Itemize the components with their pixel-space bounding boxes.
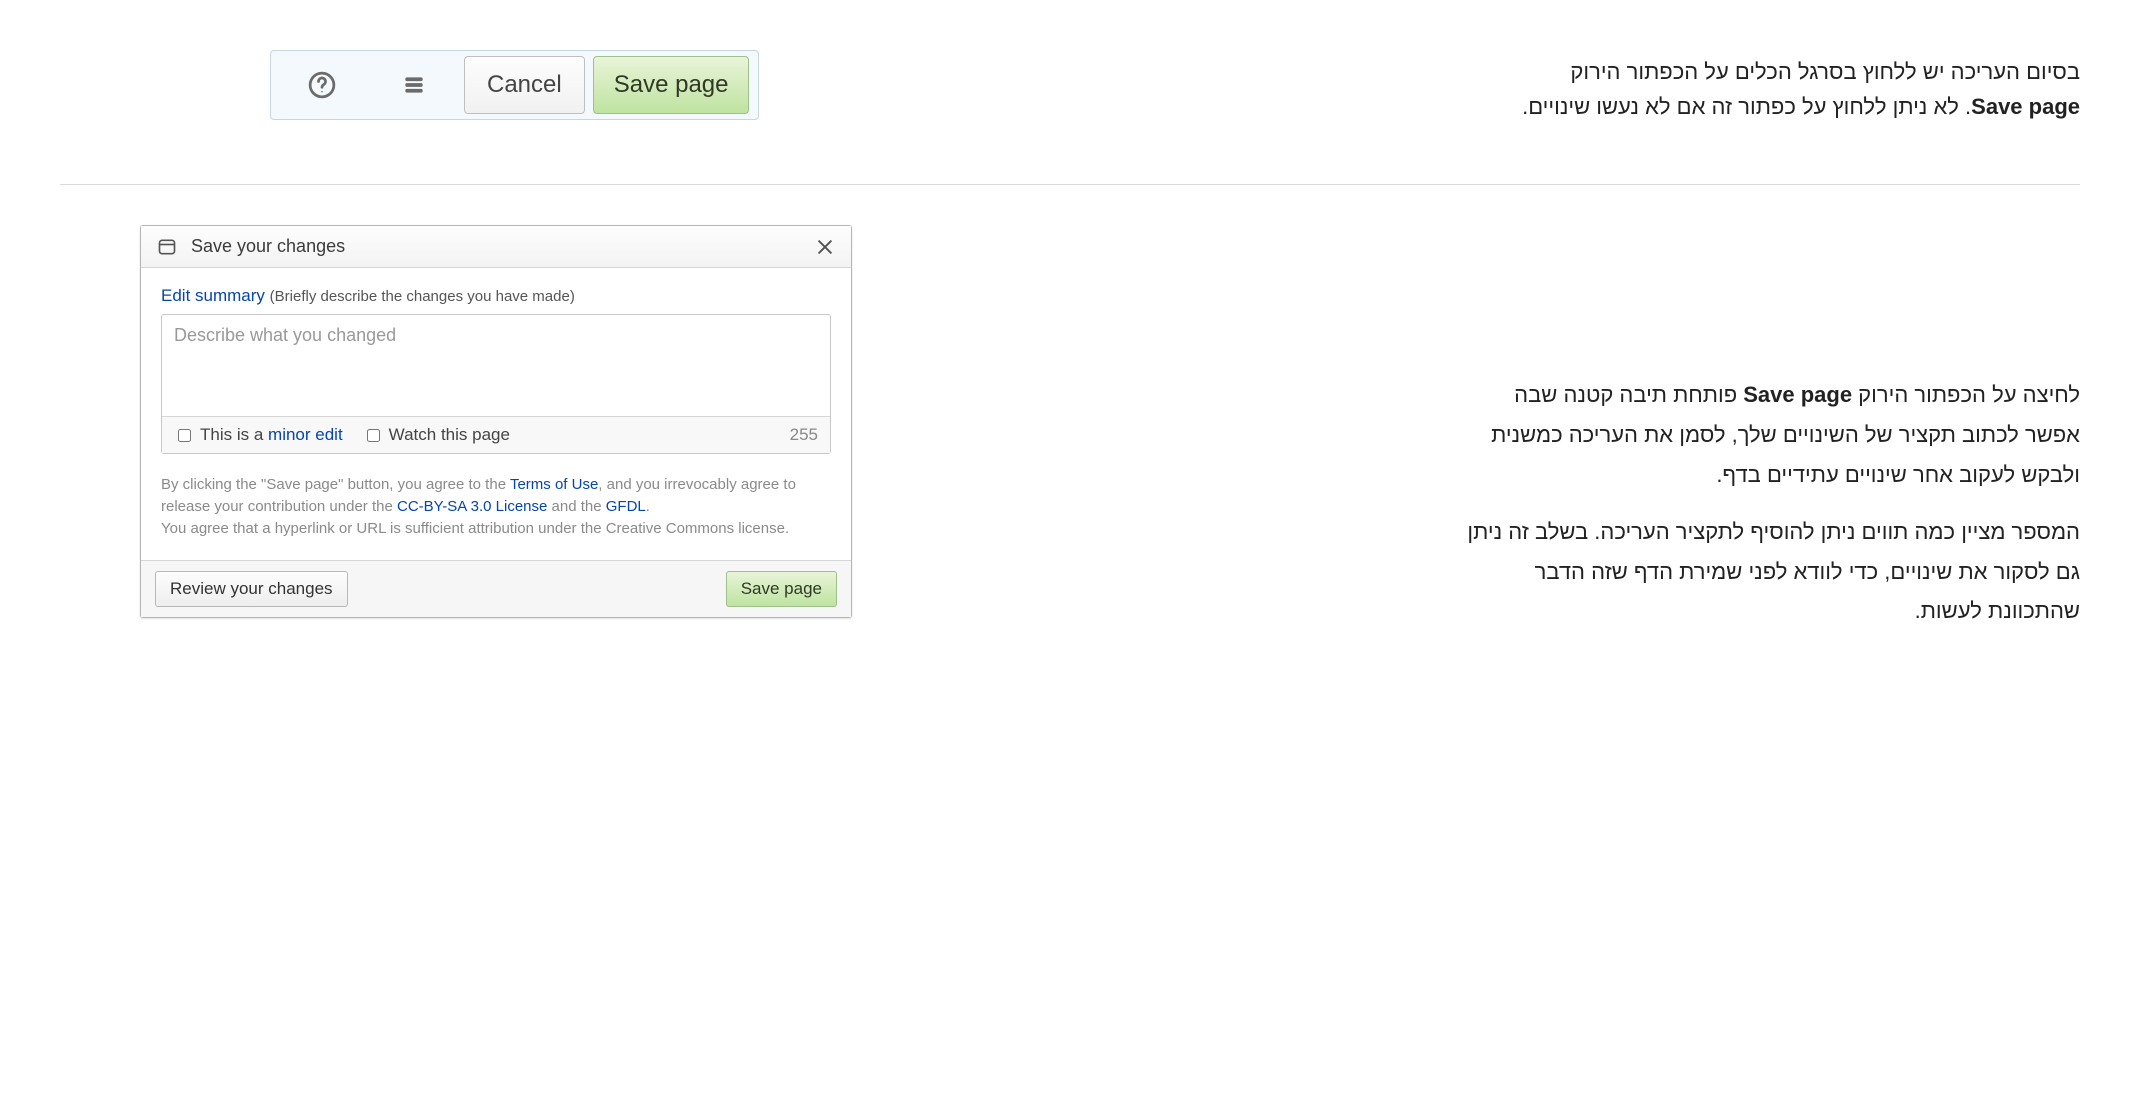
editor-toolbar: Cancel Save page bbox=[270, 50, 759, 120]
legal-text-2: You agree that a hyperlink or URL is suf… bbox=[161, 520, 789, 537]
legal-notice: By clicking the "Save page" button, you … bbox=[141, 462, 851, 559]
summary-options-row: This is a minor edit Watch this page 255 bbox=[162, 416, 830, 453]
cancel-button[interactable]: Cancel bbox=[464, 56, 585, 114]
section2-para2: המספר מציין כמה תווים ניתן להוסיף לתקציר… bbox=[1460, 512, 2080, 631]
edit-summary-box: This is a minor edit Watch this page 255 bbox=[161, 314, 831, 454]
terms-of-use-link[interactable]: Terms of Use bbox=[510, 476, 598, 493]
section2-p1a: לחיצה על הכפתור הירוק bbox=[1852, 382, 2080, 407]
edit-summary-input[interactable] bbox=[162, 315, 830, 411]
minor-edit-link[interactable]: minor edit bbox=[268, 425, 343, 444]
char-counter: 255 bbox=[790, 425, 818, 445]
dialog-title: Save your changes bbox=[191, 236, 815, 257]
edit-summary-link[interactable]: Edit summary bbox=[161, 286, 265, 305]
save-page-button[interactable]: Save page bbox=[593, 56, 750, 114]
window-icon bbox=[157, 237, 177, 257]
legal-text-1d: . bbox=[646, 498, 650, 515]
section-divider bbox=[60, 184, 2080, 185]
cc-by-sa-link[interactable]: CC-BY-SA 3.0 License bbox=[397, 498, 547, 515]
legal-text-1a: By clicking the "Save page" button, you … bbox=[161, 476, 510, 493]
section2-description: לחיצה על הכפתור הירוק Save page פותחת תי… bbox=[1460, 225, 2080, 649]
help-icon[interactable] bbox=[280, 56, 364, 114]
section1-line1: בסיום העריכה יש ללחוץ בסרגל הכלים על הכפ… bbox=[1460, 54, 2080, 89]
section1-line2: Save page. לא ניתן ללחוץ על כפתור זה אם … bbox=[1460, 89, 2080, 124]
section1-description: בסיום העריכה יש ללחוץ בסרגל הכלים על הכפ… bbox=[1460, 50, 2080, 124]
watch-page-checkbox[interactable] bbox=[367, 429, 380, 442]
save-changes-dialog: Save your changes Edit summary (Briefly … bbox=[140, 225, 852, 617]
minor-edit-option[interactable]: This is a minor edit bbox=[174, 425, 343, 445]
watch-page-option[interactable]: Watch this page bbox=[363, 425, 510, 445]
dialog-save-page-button[interactable]: Save page bbox=[726, 571, 837, 607]
dialog-header: Save your changes bbox=[141, 226, 851, 268]
section1-rest: . לא ניתן ללחוץ על כפתור זה אם לא נעשו ש… bbox=[1522, 94, 1971, 119]
menu-icon[interactable] bbox=[372, 56, 456, 114]
watch-page-label: Watch this page bbox=[389, 425, 510, 445]
dialog-footer: Review your changes Save page bbox=[141, 560, 851, 617]
section1-bold: Save page bbox=[1971, 94, 2080, 119]
close-icon[interactable] bbox=[815, 237, 835, 257]
review-changes-button[interactable]: Review your changes bbox=[155, 571, 348, 607]
legal-text-1c: and the bbox=[547, 498, 605, 515]
edit-summary-hint: (Briefly describe the changes you have m… bbox=[270, 288, 575, 305]
minor-edit-checkbox[interactable] bbox=[178, 429, 191, 442]
minor-edit-prefix: This is a bbox=[200, 425, 268, 444]
section2-para1: לחיצה על הכפתור הירוק Save page פותחת תי… bbox=[1460, 375, 2080, 494]
section2-p1-bold: Save page bbox=[1743, 382, 1852, 407]
gfdl-link[interactable]: GFDL bbox=[606, 498, 646, 515]
